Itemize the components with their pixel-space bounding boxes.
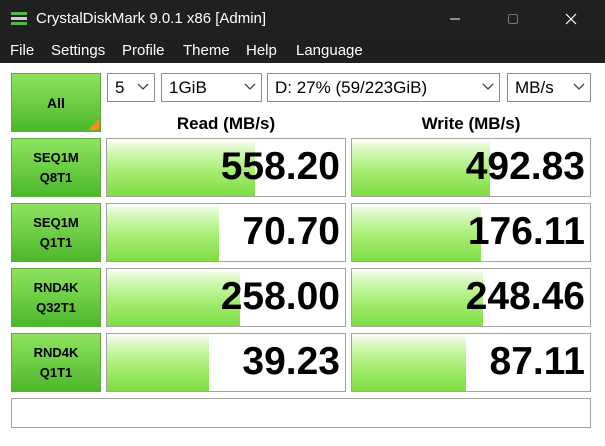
chevron-down-icon (573, 83, 585, 90)
write-speed-value: 176.11 (467, 210, 585, 253)
maximize-icon (508, 14, 518, 24)
comment-field[interactable] (11, 398, 591, 428)
chevron-down-icon (482, 83, 494, 90)
read-result-cell: 39.23 (106, 333, 346, 392)
write-result-cell: 176.11 (351, 203, 591, 262)
write-result-cell: 492.83 (351, 138, 591, 197)
minimize-icon (450, 18, 460, 20)
read-column-header: Read (MB/s) (176, 114, 276, 133)
drive-value: D: 27% (59/223GiB) (275, 78, 428, 97)
unit-select[interactable]: MB/s (507, 73, 591, 102)
test-name: SEQ1M (33, 215, 79, 230)
read-speed-value: 39.23 (242, 340, 340, 383)
test-size-select[interactable]: 1GiB (161, 73, 262, 102)
close-icon (565, 13, 577, 25)
test-count-value: 5 (115, 78, 125, 97)
menu-theme[interactable]: Theme (183, 42, 230, 59)
test-name: RND4K (33, 345, 79, 360)
chevron-down-icon (244, 83, 256, 90)
test-size-value: 1GiB (169, 78, 207, 97)
read-result-cell: 258.00 (106, 268, 346, 327)
read-speed-value: 70.70 (242, 210, 340, 253)
test-name: RND4K (33, 280, 79, 295)
menu-file[interactable]: File (10, 42, 34, 59)
test-name: SEQ1M (33, 150, 79, 165)
test-rnd4k-q1t1-button[interactable]: RND4K Q1T1 (11, 333, 101, 392)
unit-value: MB/s (515, 78, 554, 97)
menu-profile[interactable]: Profile (122, 42, 165, 59)
test-params: Q8T1 (39, 170, 73, 185)
read-speed-bar (107, 334, 210, 391)
benchmark-panel: All 5 1GiB D: 27% (59/223GiB) MB/s Read … (0, 63, 605, 446)
write-speed-bar (352, 269, 483, 326)
menu-settings[interactable]: Settings (51, 42, 105, 59)
write-speed-value: 492.83 (465, 145, 585, 188)
crystaldiskmark-app-icon (11, 11, 27, 27)
test-seq1m-q8t1-button[interactable]: SEQ1M Q8T1 (11, 138, 101, 197)
window-title: CrystalDiskMark 9.0.1 x86 [Admin] (36, 10, 267, 27)
maximize-button[interactable] (484, 0, 542, 38)
write-speed-value: 248.46 (465, 275, 585, 318)
write-speed-bar (352, 334, 467, 391)
menu-bar: File Settings Profile Theme Help Languag… (0, 38, 605, 63)
test-rnd4k-q32t1-button[interactable]: RND4K Q32T1 (11, 268, 101, 327)
read-speed-bar (107, 204, 219, 261)
menu-help[interactable]: Help (246, 42, 277, 59)
test-count-select[interactable]: 5 (107, 73, 155, 102)
write-speed-bar (352, 204, 481, 261)
read-result-cell: 558.20 (106, 138, 346, 197)
read-result-cell: 70.70 (106, 203, 346, 262)
corner-marker-icon (88, 119, 99, 130)
run-all-button[interactable]: All (11, 73, 101, 132)
test-params: Q1T1 (39, 365, 73, 380)
menu-language[interactable]: Language (296, 42, 363, 59)
write-speed-value: 87.11 (489, 340, 585, 383)
close-button[interactable] (542, 0, 600, 38)
read-speed-value: 558.20 (220, 145, 340, 188)
test-params: Q32T1 (36, 300, 76, 315)
read-speed-value: 258.00 (220, 275, 340, 318)
write-column-header: Write (MB/s) (421, 114, 521, 133)
title-bar[interactable]: CrystalDiskMark 9.0.1 x86 [Admin] (0, 0, 605, 38)
write-result-cell: 87.11 (351, 333, 591, 392)
minimize-button[interactable] (426, 0, 484, 38)
test-params: Q1T1 (39, 235, 73, 250)
chevron-down-icon (137, 83, 149, 90)
test-seq1m-q1t1-button[interactable]: SEQ1M Q1T1 (11, 203, 101, 262)
write-result-cell: 248.46 (351, 268, 591, 327)
run-all-label: All (47, 94, 65, 111)
drive-select[interactable]: D: 27% (59/223GiB) (267, 73, 500, 102)
